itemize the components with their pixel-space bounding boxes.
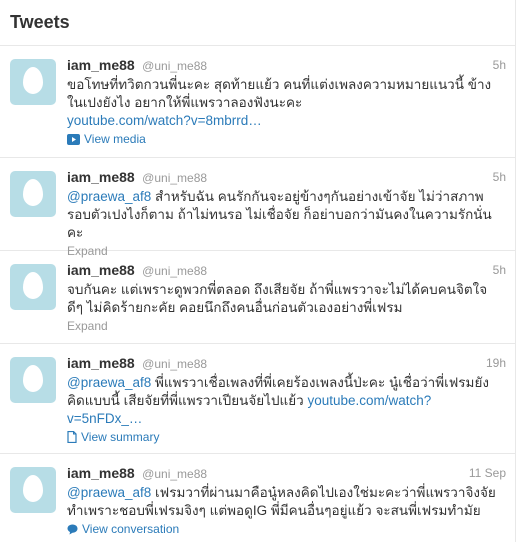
view-conversation-link[interactable]: View conversation [67, 521, 506, 537]
tweet-body: ขอโทษที่ทวิตกวนพี่นะคะ สุดท้ายแย้ว คนที่… [67, 77, 492, 110]
tweet-fullname[interactable]: iam_me88 [67, 262, 135, 278]
avatar[interactable] [10, 467, 56, 513]
summary-icon [67, 431, 77, 443]
tweet-body: จบกันคะ แต่เพราะดูพวกพี่ตลอด ถึงเสียจัย … [67, 282, 488, 315]
tweet-timestamp[interactable]: 5h [493, 168, 506, 186]
tweet-item[interactable]: iam_me88 @uni_me88 19h @praewa_af8 พี่แพ… [0, 344, 516, 454]
avatar[interactable] [10, 59, 56, 105]
tweet-text: @praewa_af8 พี่แพรวาเชื่อเพลงที่พี่เคยร้… [67, 374, 506, 428]
tweet-fullname[interactable]: iam_me88 [67, 465, 135, 481]
tweet-timestamp[interactable]: 19h [486, 354, 506, 372]
tweet-timestamp[interactable]: 5h [493, 56, 506, 74]
view-conversation-label: View conversation [82, 522, 180, 536]
tweet-fullname[interactable]: iam_me88 [67, 355, 135, 371]
tweet-text: ขอโทษที่ทวิตกวนพี่นะคะ สุดท้ายแย้ว คนที่… [67, 76, 506, 130]
egg-avatar-icon [23, 272, 43, 299]
tweet-item[interactable]: iam_me88 @uni_me88 5h จบกันคะ แต่เพราะดู… [0, 251, 516, 344]
avatar[interactable] [10, 357, 56, 403]
tweet-mention[interactable]: @praewa_af8 [67, 485, 151, 500]
tweet-fullname[interactable]: iam_me88 [67, 57, 135, 73]
tweet-username[interactable]: @uni_me88 [142, 264, 207, 278]
tweet-text: @praewa_af8 สำหรับฉัน คนรักกันจะอยู่ข้าง… [67, 188, 506, 242]
media-icon [67, 133, 80, 145]
tweet-text: จบกันคะ แต่เพราะดูพวกพี่ตลอด ถึงเสียจัย … [67, 281, 506, 317]
tweet-item[interactable]: iam_me88 @uni_me88 11 Sep @praewa_af8 เฟ… [0, 454, 516, 542]
view-summary-link[interactable]: View summary [67, 429, 506, 445]
avatar[interactable] [10, 171, 56, 217]
egg-avatar-icon [23, 179, 43, 206]
tweet-fullname[interactable]: iam_me88 [67, 169, 135, 185]
page-title: Tweets [10, 12, 70, 32]
tweet-text: @praewa_af8 เฟรมวาที่ผ่านมาคือนู๋หลงคิดไ… [67, 484, 506, 520]
expand-link[interactable]: Expand [67, 318, 506, 334]
tweet-mention[interactable]: @praewa_af8 [67, 375, 151, 390]
tweet-link[interactable]: youtube.com/watch?v=8mbrrd… [67, 113, 262, 128]
tweet-item[interactable]: iam_me88 @uni_me88 5h @praewa_af8 สำหรับ… [0, 158, 516, 258]
tweet-item[interactable]: iam_me88 @uni_me88 5h ขอโทษที่ทวิตกวนพี่… [0, 46, 516, 158]
tweet-username[interactable]: @uni_me88 [142, 171, 207, 185]
tweet-username[interactable]: @uni_me88 [142, 357, 207, 371]
egg-avatar-icon [23, 365, 43, 392]
expand-label: Expand [67, 319, 108, 333]
tweet-username[interactable]: @uni_me88 [142, 467, 207, 481]
tweet-mention[interactable]: @praewa_af8 [67, 189, 151, 204]
tweets-panel: Tweets iam_me88 @uni_me88 5h ขอโทษที่ทวิ… [0, 0, 516, 542]
tweet-timestamp[interactable]: 5h [493, 261, 506, 279]
conversation-icon [67, 524, 78, 535]
view-media-label: View media [84, 132, 146, 146]
tweet-username[interactable]: @uni_me88 [142, 59, 207, 73]
view-media-link[interactable]: View media [67, 131, 506, 147]
tweets-header: Tweets [0, 0, 516, 46]
egg-avatar-icon [23, 67, 43, 94]
view-summary-label: View summary [81, 430, 160, 444]
tweet-timestamp[interactable]: 11 Sep [469, 464, 506, 482]
egg-avatar-icon [23, 475, 43, 502]
avatar[interactable] [10, 264, 56, 310]
